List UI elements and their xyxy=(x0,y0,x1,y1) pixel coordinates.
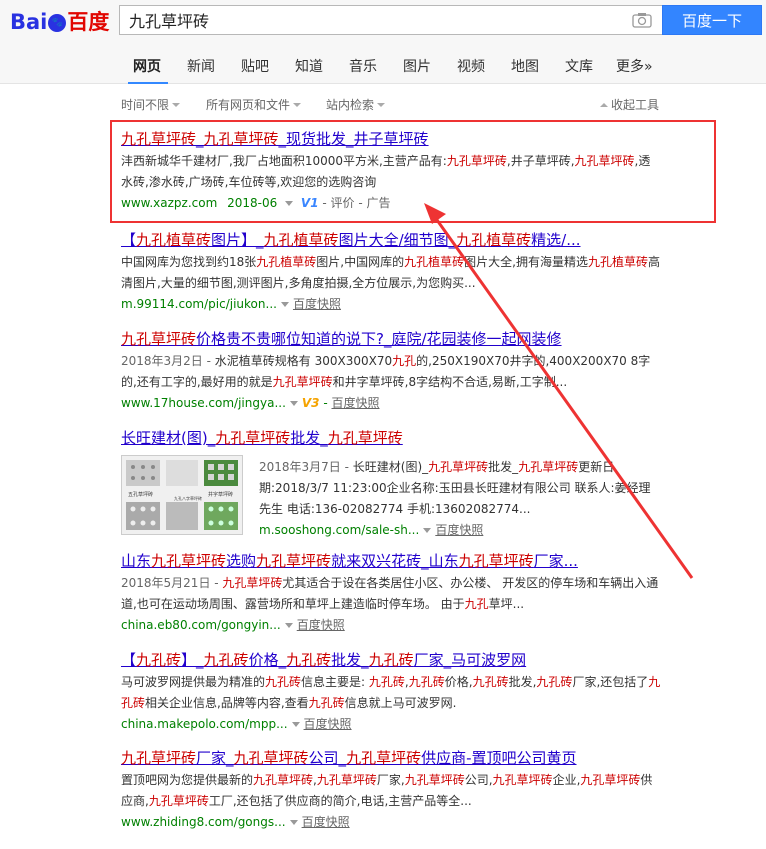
result-abstract: 2018年3月7日 - 长旺建材(图)_九孔草坪砖批发_九孔草坪砖更新日期:20… xyxy=(259,460,651,516)
result-title[interactable]: 长旺建材(图)_九孔草坪砖批发_九孔草坪砖 xyxy=(121,428,661,448)
tab-more[interactable]: 更多» xyxy=(616,56,653,76)
result-url[interactable]: china.makepolo.com/mpp... xyxy=(121,717,288,731)
result-date: 2018-06 xyxy=(227,196,278,210)
cache-link[interactable]: 百度快照 xyxy=(297,618,345,632)
dropdown-icon[interactable] xyxy=(289,820,298,825)
cache-link[interactable]: 百度快照 xyxy=(293,297,341,311)
result-url[interactable]: china.eb80.com/gongyin... xyxy=(121,618,281,632)
dropdown-icon[interactable] xyxy=(423,528,432,533)
result-title[interactable]: 九孔草坪砖厂家_九孔草坪砖公司_九孔草坪砖供应商-置顶吧公司黄页 xyxy=(121,748,661,768)
cache-link[interactable]: 百度快照 xyxy=(332,396,380,410)
svg-text:井字草坪砖: 井字草坪砖 xyxy=(208,491,233,498)
result-ad: 九孔草坪砖_九孔草坪砖_现货批发_井子草坪砖 沣西新城华千建材厂,我厂占地面积1… xyxy=(121,129,661,213)
result-abstract: 马可波罗网提供最为精准的九孔砖信息主要是: 九孔砖,九孔砖价格,九孔砖批发,九孔… xyxy=(121,675,661,710)
result-url-line: www.zhiding8.com/gongs... 百度快照 xyxy=(121,812,661,832)
tab-news[interactable]: 新闻 xyxy=(187,56,215,76)
result-title[interactable]: 山东九孔草坪砖选购九孔草坪砖就来双兴花砖_山东九孔草坪砖厂家... xyxy=(121,551,661,571)
result-abstract: 中国网库为您找到约18张九孔植草砖图片,中国网库的九孔植草砖图片大全,拥有海量精… xyxy=(121,255,660,290)
caret-down-icon xyxy=(377,103,386,107)
header: Bai🐾百度 百度一下 网页 新闻 贴吧 知道 音乐 图片 视频 地图 文库 更… xyxy=(0,0,766,84)
result-url-line: m.99114.com/pic/jiukon... 百度快照 xyxy=(121,294,661,314)
dropdown-icon[interactable] xyxy=(289,401,298,406)
result-url-line: china.eb80.com/gongyin... 百度快照 xyxy=(121,615,661,635)
result-item: 九孔草坪砖厂家_九孔草坪砖公司_九孔草坪砖供应商-置顶吧公司黄页 置顶吧网为您提… xyxy=(121,748,661,832)
result-url[interactable]: www.zhiding8.com/gongs... xyxy=(121,815,286,829)
result-url-line: www.17house.com/jingya... V3 - 百度快照 xyxy=(121,396,380,410)
tab-wenku[interactable]: 文库 xyxy=(565,56,593,76)
paver-image: 五孔草坪砖 井字草坪砖 九孔八字草坪砖 xyxy=(122,456,242,534)
tab-music[interactable]: 音乐 xyxy=(349,56,377,76)
camera-icon[interactable] xyxy=(632,12,652,28)
site-search-filter[interactable]: 站内检索 xyxy=(326,96,386,113)
search-box xyxy=(119,5,662,35)
time-filter[interactable]: 时间不限 xyxy=(121,96,181,113)
search-tools: 时间不限 所有网页和文件 站内检索 收起工具 xyxy=(0,96,766,114)
result-abstract: 沣西新城华千建材厂,我厂占地面积10000平方米,主营产品有:九孔草坪砖,井子草… xyxy=(121,154,651,189)
result-title[interactable]: 九孔草坪砖价格贵不贵哪位知道的说下?_庭院/花园装修一起网装修 xyxy=(121,329,661,349)
result-url-line: www.xazpz.com 2018-06 V1 - 评价 - 广告 xyxy=(121,193,661,213)
active-tab-indicator xyxy=(128,82,168,84)
tab-images[interactable]: 图片 xyxy=(403,56,431,76)
result-item: 【九孔砖】_九孔砖价格_九孔砖批发_九孔砖厂家_马可波罗网 马可波罗网提供最为精… xyxy=(121,650,661,734)
result-title[interactable]: 九孔草坪砖_九孔草坪砖_现货批发_井子草坪砖 xyxy=(121,129,661,149)
svg-text:五孔草坪砖: 五孔草坪砖 xyxy=(128,491,153,498)
caret-down-icon xyxy=(293,103,302,107)
tab-video[interactable]: 视频 xyxy=(457,56,485,76)
cache-link[interactable]: 百度快照 xyxy=(304,717,352,731)
result-abstract: 2018年3月2日 - 水泥植草砖规格有 300X300X70九孔的,250X1… xyxy=(121,354,651,389)
svg-text:九孔八字草坪砖: 九孔八字草坪砖 xyxy=(174,495,202,501)
collapse-tools[interactable]: 收起工具 xyxy=(600,96,659,113)
cache-link[interactable]: 百度快照 xyxy=(302,815,350,829)
search-input[interactable] xyxy=(120,6,600,34)
result-title[interactable]: 【九孔砖】_九孔砖价格_九孔砖批发_九孔砖厂家_马可波罗网 xyxy=(121,650,661,670)
result-url[interactable]: m.99114.com/pic/jiukon... xyxy=(121,297,277,311)
ad-extra[interactable]: - 评价 - 广告 xyxy=(322,196,390,210)
v3-badge[interactable]: V3 xyxy=(302,396,320,410)
result-item: 山东九孔草坪砖选购九孔草坪砖就来双兴花砖_山东九孔草坪砖厂家... 2018年5… xyxy=(121,551,661,635)
result-body: 2018年3月7日 - 长旺建材(图)_九孔草坪砖批发_九孔草坪砖更新日期:20… xyxy=(259,455,659,540)
dropdown-icon[interactable] xyxy=(280,302,289,307)
caret-up-icon xyxy=(600,103,608,107)
result-url-line: china.makepolo.com/mpp... 百度快照 xyxy=(121,714,661,734)
nav-tabs: 网页 新闻 贴吧 知道 音乐 图片 视频 地图 文库 更多» xyxy=(0,45,766,85)
result-url[interactable]: www.17house.com/jingya... xyxy=(121,396,286,410)
dropdown-icon[interactable] xyxy=(291,722,300,727)
result-item: 九孔草坪砖价格贵不贵哪位知道的说下?_庭院/花园装修一起网装修 2018年3月2… xyxy=(121,329,661,413)
result-url[interactable]: m.sooshong.com/sale-sh... xyxy=(259,523,419,537)
search-button[interactable]: 百度一下 xyxy=(662,5,762,35)
caret-down-icon xyxy=(172,103,181,107)
tab-web[interactable]: 网页 xyxy=(133,56,161,76)
cache-link[interactable]: 百度快照 xyxy=(435,523,483,537)
dropdown-icon[interactable] xyxy=(284,623,293,628)
tab-zhidao[interactable]: 知道 xyxy=(295,56,323,76)
result-thumbnail[interactable]: 五孔草坪砖 井字草坪砖 九孔八字草坪砖 xyxy=(121,455,243,535)
result-item: 长旺建材(图)_九孔草坪砖批发_九孔草坪砖 xyxy=(121,428,661,448)
filetype-filter[interactable]: 所有网页和文件 xyxy=(206,96,302,113)
result-abstract: 置顶吧网为您提供最新的九孔草坪砖,九孔草坪砖厂家,九孔草坪砖公司,九孔草坪砖企业… xyxy=(121,773,653,808)
tab-tieba[interactable]: 贴吧 xyxy=(241,56,269,76)
paw-icon: 🐾 xyxy=(48,14,67,32)
v1-badge[interactable]: V1 xyxy=(301,196,319,210)
result-url[interactable]: www.xazpz.com xyxy=(121,196,217,210)
baidu-logo[interactable]: Bai 🐾 百度 xyxy=(10,8,112,36)
tab-map[interactable]: 地图 xyxy=(511,56,539,76)
result-item: 【九孔植草砖图片】_九孔植草砖图片大全/细节图_九孔植草砖精选/... 中国网库… xyxy=(121,230,661,314)
result-url-line: m.sooshong.com/sale-sh... 百度快照 xyxy=(259,520,659,540)
result-title[interactable]: 【九孔植草砖图片】_九孔植草砖图片大全/细节图_九孔植草砖精选/... xyxy=(121,230,661,250)
result-abstract: 2018年5月21日 - 九孔草坪砖尤其适合于设在各类居住小区、办公楼、 开发区… xyxy=(121,576,659,611)
dropdown-icon[interactable] xyxy=(285,201,294,206)
